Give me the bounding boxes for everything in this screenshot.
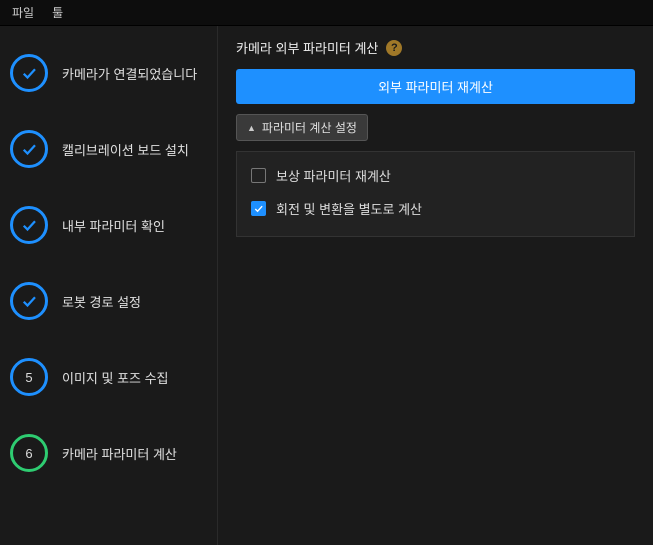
check-icon: [10, 206, 48, 244]
step-number: 6: [25, 446, 32, 461]
step-item[interactable]: 로봇 경로 설정: [10, 282, 207, 320]
step-label: 캘리브레이션 보드 설치: [62, 140, 189, 159]
checkbox-row[interactable]: 보상 파라미터 재계산: [251, 166, 620, 185]
step-number: 5: [25, 370, 32, 385]
step-label: 카메라 파라미터 계산: [62, 444, 177, 463]
main-title: 카메라 외부 파라미터 계산: [236, 38, 378, 57]
step-item[interactable]: 6 카메라 파라미터 계산: [10, 434, 207, 472]
step-label: 이미지 및 포즈 수집: [62, 368, 169, 387]
checkbox[interactable]: [251, 201, 266, 216]
check-icon: [10, 54, 48, 92]
check-icon: [10, 130, 48, 168]
main-header: 카메라 외부 파라미터 계산 ?: [236, 38, 635, 69]
layout: 카메라가 연결되었습니다캘리브레이션 보드 설치내부 파라미터 확인로봇 경로 …: [0, 26, 653, 545]
checkbox-row[interactable]: 회전 및 변환을 별도로 계산: [251, 199, 620, 218]
step-label: 내부 파라미터 확인: [62, 216, 165, 235]
check-icon: [10, 282, 48, 320]
step-item[interactable]: 5 이미지 및 포즈 수집: [10, 358, 207, 396]
checkbox-label: 회전 및 변환을 별도로 계산: [276, 199, 422, 218]
step-number-badge: 5: [10, 358, 48, 396]
step-number-badge: 6: [10, 434, 48, 472]
sidebar: 카메라가 연결되었습니다캘리브레이션 보드 설치내부 파라미터 확인로봇 경로 …: [0, 26, 218, 545]
checkbox[interactable]: [251, 168, 266, 183]
settings-panel: 보상 파라미터 재계산회전 및 변환을 별도로 계산: [236, 151, 635, 237]
checkbox-label: 보상 파라미터 재계산: [276, 166, 391, 185]
section-toggle[interactable]: ▲ 파라미터 계산 설정: [236, 114, 368, 141]
recalculate-button[interactable]: 외부 파라미터 재계산: [236, 69, 635, 104]
step-label: 카메라가 연결되었습니다: [62, 64, 197, 83]
menu-tools[interactable]: 툴: [52, 4, 63, 21]
help-icon[interactable]: ?: [386, 40, 402, 56]
step-item[interactable]: 캘리브레이션 보드 설치: [10, 130, 207, 168]
caret-up-icon: ▲: [247, 123, 256, 133]
main-panel: 카메라 외부 파라미터 계산 ? 외부 파라미터 재계산 ▲ 파라미터 계산 설…: [218, 26, 653, 545]
step-item[interactable]: 내부 파라미터 확인: [10, 206, 207, 244]
step-item[interactable]: 카메라가 연결되었습니다: [10, 54, 207, 92]
menubar: 파일 툴: [0, 0, 653, 26]
section-title: 파라미터 계산 설정: [262, 119, 357, 136]
menu-file[interactable]: 파일: [12, 4, 34, 21]
step-label: 로봇 경로 설정: [62, 292, 141, 311]
